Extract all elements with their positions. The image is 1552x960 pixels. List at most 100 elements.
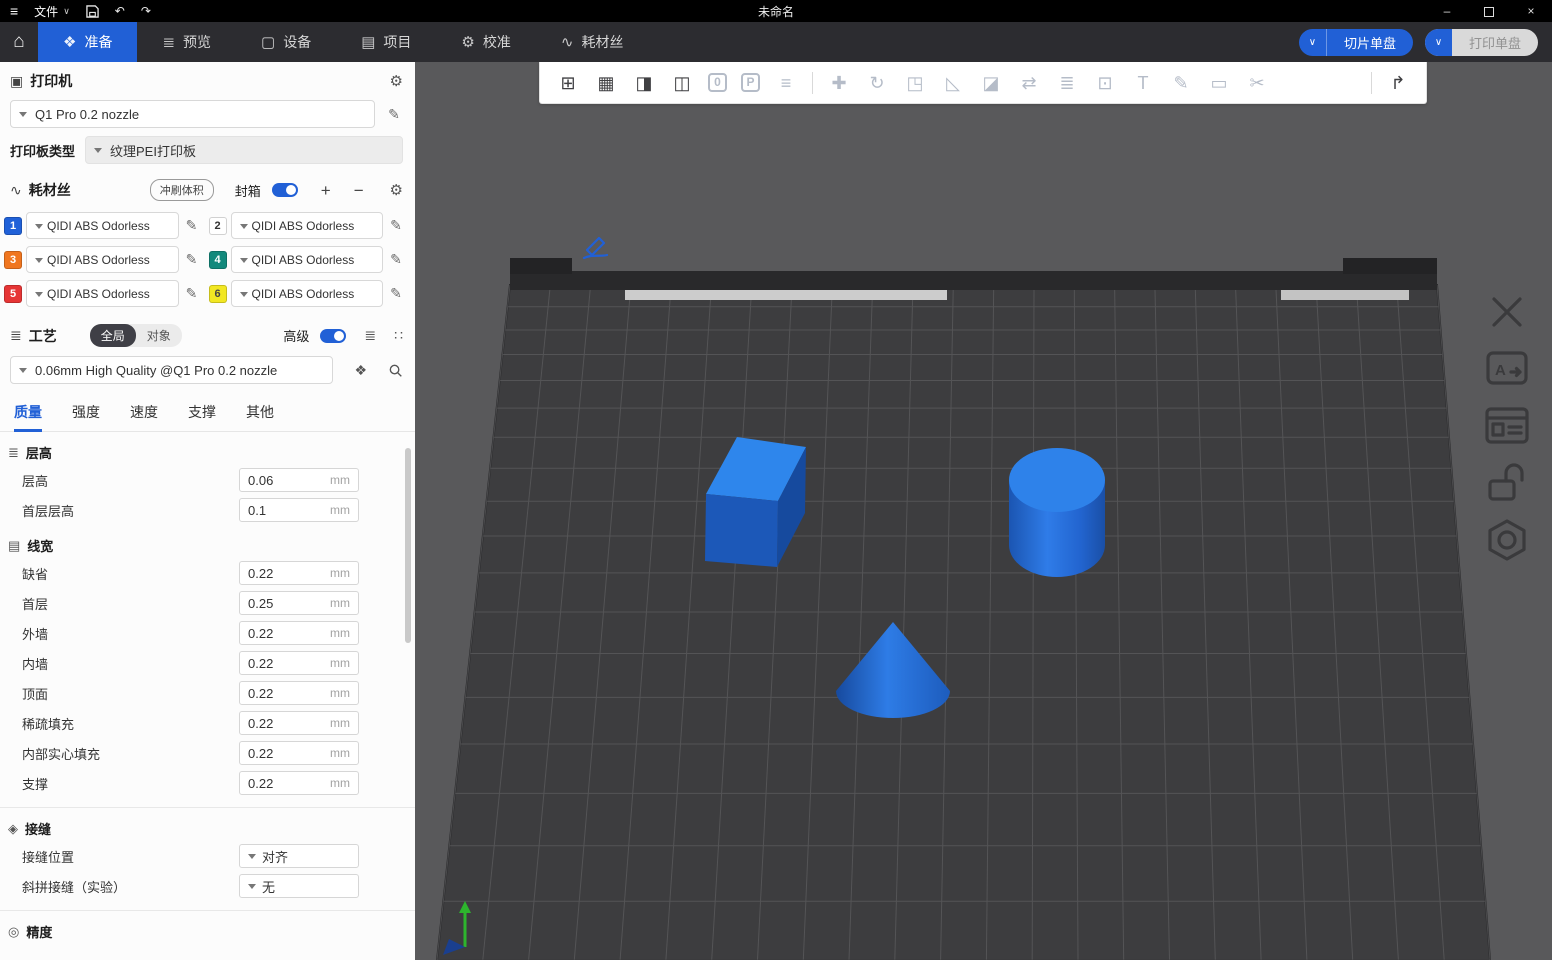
- process-tab-strength[interactable]: 强度: [72, 402, 100, 431]
- default-line-width-input[interactable]: 0.22mm: [239, 561, 359, 585]
- filament-select[interactable]: QIDI ABS Odorless: [231, 212, 384, 239]
- lock-button[interactable]: [1478, 459, 1536, 507]
- tab-device[interactable]: ▢ 设备: [236, 22, 336, 62]
- measure-tool-icon[interactable]: ▭: [1207, 74, 1231, 92]
- auto-arrange-icon[interactable]: ◨: [632, 74, 656, 92]
- scale-icon[interactable]: ◳: [903, 74, 927, 92]
- support-line-width-input[interactable]: 0.22mm: [239, 771, 359, 795]
- paste-icon[interactable]: P: [741, 73, 760, 92]
- compare-presets-icon[interactable]: ∷: [394, 327, 403, 344]
- tab-filament[interactable]: ∿ 耗材丝: [536, 22, 649, 62]
- plate-settings-button[interactable]: [1478, 402, 1536, 450]
- process-tab-speed[interactable]: 速度: [130, 402, 158, 431]
- build-plate[interactable]: [437, 285, 1490, 960]
- outer-wall-line-width-input[interactable]: 0.22mm: [239, 621, 359, 645]
- tab-prepare[interactable]: ❖ 准备: [38, 22, 137, 62]
- inner-wall-line-width-input[interactable]: 0.22mm: [239, 651, 359, 675]
- filament-edit-icon[interactable]: ✎: [387, 251, 405, 268]
- remove-filament-button[interactable]: −: [354, 182, 364, 199]
- split-to-plates-icon[interactable]: ◫: [670, 74, 694, 92]
- slice-plate-button[interactable]: 切片单盘: [1327, 29, 1413, 56]
- filament-edit-icon[interactable]: ✎: [183, 217, 201, 234]
- plate-type-select[interactable]: 纹理PEI打印板: [85, 136, 403, 164]
- minimize-button[interactable]: –: [1426, 0, 1468, 22]
- printer-preset-select[interactable]: Q1 Pro 0.2 nozzle: [10, 100, 375, 128]
- scope-global-button[interactable]: 全局: [90, 324, 136, 347]
- filament-edit-icon[interactable]: ✎: [387, 217, 405, 234]
- auto-orient-button[interactable]: A: [1478, 345, 1536, 393]
- text-tool-icon[interactable]: T: [1131, 74, 1155, 92]
- printer-settings-gear-icon[interactable]: ⚙: [390, 72, 403, 90]
- tab-preview[interactable]: ≣ 预览: [137, 22, 236, 62]
- add-plate-icon[interactable]: ▦: [594, 74, 618, 92]
- cut-tool-icon[interactable]: ✂: [1245, 74, 1269, 92]
- filament-select[interactable]: QIDI ABS Odorless: [26, 246, 179, 273]
- process-preset-select[interactable]: 0.06mm High Quality @Q1 Pro 0.2 nozzle: [10, 356, 333, 384]
- filament-color-badge[interactable]: 3: [4, 251, 22, 269]
- layer-height-input[interactable]: 0.06mm: [239, 468, 359, 492]
- mirror-icon[interactable]: ⇄: [1017, 74, 1041, 92]
- filament-color-badge[interactable]: 5: [4, 285, 22, 303]
- move-icon[interactable]: ✚: [827, 74, 851, 92]
- advanced-toggle[interactable]: [320, 329, 346, 343]
- sparse-infill-line-width-input[interactable]: 0.22mm: [239, 711, 359, 735]
- save-icon[interactable]: [86, 5, 99, 18]
- variable-layer-height-icon[interactable]: ≣: [1055, 74, 1079, 92]
- params-scrollbar[interactable]: [405, 448, 411, 643]
- save-preset-icon[interactable]: ❖: [354, 362, 367, 379]
- cylinder-object[interactable]: [1009, 448, 1105, 577]
- flush-volume-button[interactable]: 冲刷体积: [150, 179, 214, 201]
- plate-edit-icon[interactable]: [580, 234, 610, 265]
- maximize-button[interactable]: [1468, 0, 1510, 22]
- lay-flat-icon[interactable]: ◺: [941, 74, 965, 92]
- filament-color-badge[interactable]: 2: [209, 217, 227, 235]
- first-layer-line-width-input[interactable]: 0.25mm: [239, 591, 359, 615]
- hamburger-menu-icon[interactable]: ≡: [10, 3, 18, 19]
- add-filament-button[interactable]: +: [321, 182, 331, 199]
- top-surface-line-width-input[interactable]: 0.22mm: [239, 681, 359, 705]
- parameter-table-icon[interactable]: ≣: [364, 327, 376, 344]
- seam-position-select[interactable]: 对齐: [239, 844, 359, 868]
- undo-icon[interactable]: ↶: [115, 4, 125, 18]
- delete-all-button[interactable]: [1478, 288, 1536, 336]
- filament-settings-gear-icon[interactable]: ⚙: [390, 181, 403, 199]
- process-tab-quality[interactable]: 质量: [14, 402, 42, 431]
- add-object-icon[interactable]: ⊞: [556, 74, 580, 92]
- process-tab-support[interactable]: 支撑: [188, 402, 216, 431]
- tab-project[interactable]: ▤ 项目: [336, 22, 436, 62]
- file-menu[interactable]: 文件 ∨: [34, 3, 70, 20]
- print-dropdown-chevron-icon[interactable]: ∨: [1425, 29, 1452, 56]
- split-object-icon[interactable]: ◪: [979, 74, 1003, 92]
- search-settings-icon[interactable]: [388, 363, 403, 378]
- filament-select[interactable]: QIDI ABS Odorless: [231, 246, 384, 273]
- rotate-icon[interactable]: ↻: [865, 74, 889, 92]
- print-plate-button[interactable]: 打印单盘: [1452, 29, 1538, 56]
- tab-calibration[interactable]: ⚙ 校准: [436, 22, 535, 62]
- printer-edit-icon[interactable]: ✎: [385, 106, 403, 123]
- filament-color-badge[interactable]: 6: [209, 285, 227, 303]
- paint-tool-icon[interactable]: ✎: [1169, 74, 1193, 92]
- filament-color-badge[interactable]: 4: [209, 251, 227, 269]
- machine-settings-button[interactable]: [1478, 516, 1536, 564]
- filament-select[interactable]: QIDI ABS Odorless: [26, 280, 179, 307]
- mesh-boolean-icon[interactable]: ⊡: [1093, 74, 1117, 92]
- arrange-plate-icon[interactable]: ↱: [1386, 74, 1410, 92]
- copy-count-icon[interactable]: 0: [708, 73, 727, 92]
- process-tab-others[interactable]: 其他: [246, 402, 274, 431]
- filament-edit-icon[interactable]: ✎: [183, 285, 201, 302]
- scarf-seam-select[interactable]: 无: [239, 874, 359, 898]
- redo-icon[interactable]: ↷: [141, 4, 151, 18]
- viewport-3d[interactable]: ⊞ ▦ ◨ ◫ 0 P ≡ ✚ ↻ ◳ ◺ ◪ ⇄ ≣ ⊡ T ✎ ▭ ✂: [415, 62, 1552, 960]
- box-toggle[interactable]: [272, 183, 298, 197]
- close-button[interactable]: ×: [1510, 0, 1552, 22]
- first-layer-height-input[interactable]: 0.1mm: [239, 498, 359, 522]
- slice-dropdown-chevron-icon[interactable]: ∨: [1299, 29, 1327, 56]
- scope-objects-button[interactable]: 对象: [136, 324, 182, 347]
- home-button[interactable]: ⌂: [0, 22, 38, 62]
- filament-select[interactable]: QIDI ABS Odorless: [26, 212, 179, 239]
- filament-color-badge[interactable]: 1: [4, 217, 22, 235]
- filament-select[interactable]: QIDI ABS Odorless: [231, 280, 384, 307]
- filament-edit-icon[interactable]: ✎: [387, 285, 405, 302]
- filament-edit-icon[interactable]: ✎: [183, 251, 201, 268]
- internal-solid-infill-line-width-input[interactable]: 0.22mm: [239, 741, 359, 765]
